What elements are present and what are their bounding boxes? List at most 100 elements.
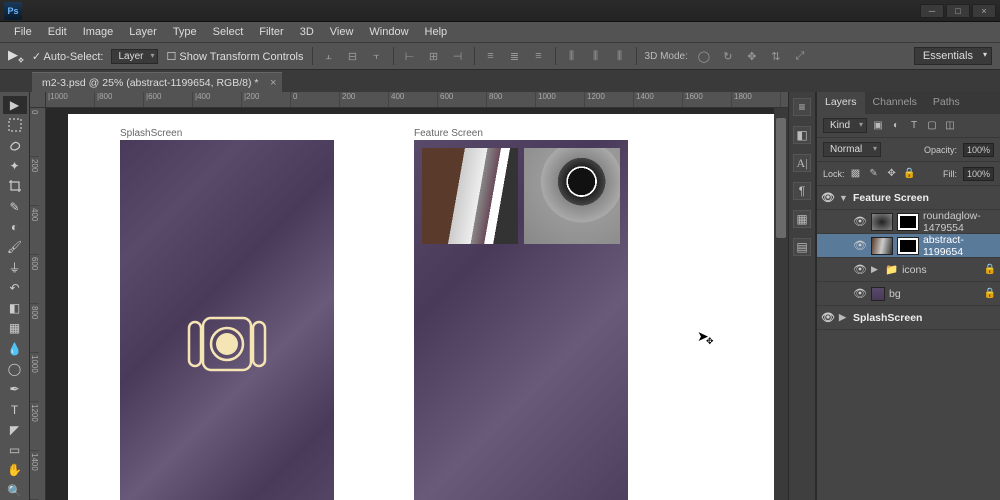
distribute-hcenter-icon[interactable]: ⫼ [588, 48, 604, 64]
menu-file[interactable]: File [8, 24, 38, 40]
layer-name[interactable]: Feature Screen [853, 192, 929, 204]
artboard-splashscreen[interactable] [120, 140, 334, 500]
workspace-switcher[interactable]: Essentials [914, 47, 992, 65]
align-right-icon[interactable]: ⊣ [450, 48, 466, 64]
layer-group-feature-screen[interactable]: 👁 ▼ Feature Screen [817, 186, 1000, 210]
heal-tool[interactable]: ◐ [3, 218, 27, 236]
lock-position-icon[interactable]: ✥ [885, 167, 899, 181]
auto-select-target-combo[interactable]: Layer [111, 49, 158, 64]
lock-transparent-icon[interactable]: ▩ [849, 167, 863, 181]
tab-channels[interactable]: Channels [865, 92, 925, 114]
visibility-toggle[interactable]: 👁 [853, 215, 867, 228]
opacity-input[interactable]: 100% [963, 143, 994, 157]
3d-orbit-icon[interactable]: ◯ [696, 48, 712, 64]
filter-type-icon[interactable]: T [907, 119, 921, 133]
layer-name[interactable]: SplashScreen [853, 312, 922, 324]
menu-select[interactable]: Select [207, 24, 250, 40]
blur-tool[interactable]: 💧 [3, 340, 27, 358]
dodge-tool[interactable]: ◯ [3, 360, 27, 378]
marquee-tool[interactable] [3, 116, 27, 134]
ruler-horizontal[interactable]: |1000|800|600|400|2000200400600800100012… [46, 92, 788, 108]
crop-tool[interactable] [3, 177, 27, 195]
menu-type[interactable]: Type [167, 24, 203, 40]
align-bottom-icon[interactable]: ⫟ [369, 48, 385, 64]
menu-help[interactable]: Help [419, 24, 454, 40]
align-left-icon[interactable]: ⊢ [402, 48, 418, 64]
swatches-panel-icon[interactable]: ▦ [793, 210, 811, 228]
visibility-toggle[interactable]: 👁 [853, 263, 867, 276]
shape-tool[interactable]: ▭ [3, 441, 27, 459]
filter-pixel-icon[interactable]: ▣ [871, 119, 885, 133]
lasso-tool[interactable] [3, 137, 27, 155]
maximize-button[interactable]: □ [946, 4, 970, 18]
lock-brush-icon[interactable]: ✎ [867, 167, 881, 181]
show-transform-checkbox[interactable]: ☐ Show Transform Controls [166, 50, 303, 63]
canvas-area[interactable]: |1000|800|600|400|2000200400600800100012… [30, 92, 788, 500]
distribute-right-icon[interactable]: ⫼ [612, 48, 628, 64]
mask-thumbnail[interactable] [897, 213, 919, 231]
3d-pan-icon[interactable]: ✥ [744, 48, 760, 64]
document-tab[interactable]: m2-3.psd @ 25% (abstract-1199654, RGB/8)… [32, 72, 282, 92]
filter-kind-combo[interactable]: Kind [823, 118, 867, 133]
type-tool[interactable]: T [3, 400, 27, 418]
filter-smart-icon[interactable]: ◫ [943, 119, 957, 133]
artboard-feature-screen[interactable] [414, 140, 628, 500]
distribute-bottom-icon[interactable]: ≡ [531, 48, 547, 64]
visibility-toggle[interactable]: 👁 [821, 311, 835, 324]
menu-filter[interactable]: Filter [253, 24, 289, 40]
layer-roundaglow[interactable]: 👁 roundaglow-1479554 [817, 210, 1000, 234]
eraser-tool[interactable]: ◧ [3, 299, 27, 317]
eyedropper-tool[interactable]: ✎ [3, 197, 27, 215]
layer-group-splashscreen[interactable]: 👁 ▶ SplashScreen [817, 306, 1000, 330]
ruler-origin[interactable] [30, 92, 46, 108]
history-panel-icon[interactable]: ≡ [793, 98, 811, 116]
layer-thumbnail[interactable] [871, 287, 885, 301]
menu-layer[interactable]: Layer [123, 24, 163, 40]
hand-tool[interactable]: ✋ [3, 461, 27, 479]
3d-scale-icon[interactable]: ⤢ [792, 48, 808, 64]
visibility-toggle[interactable]: 👁 [853, 239, 867, 252]
visibility-toggle[interactable]: 👁 [853, 287, 867, 300]
menu-image[interactable]: Image [77, 24, 120, 40]
auto-select-checkbox[interactable]: ✓ Auto-Select: [32, 50, 104, 63]
expand-arrow-icon[interactable]: ▶ [871, 264, 881, 275]
wand-tool[interactable]: ✦ [3, 157, 27, 175]
minimize-button[interactable]: ─ [920, 4, 944, 18]
path-select-tool[interactable]: ◤ [3, 421, 27, 439]
tab-paths[interactable]: Paths [925, 92, 968, 114]
gradient-tool[interactable]: ▦ [3, 319, 27, 337]
filter-shape-icon[interactable]: ▢ [925, 119, 939, 133]
layer-name[interactable]: icons [902, 264, 927, 276]
layer-abstract[interactable]: 👁 abstract-1199654 [817, 234, 1000, 258]
filter-adjust-icon[interactable]: ◐ [889, 119, 903, 133]
move-tool[interactable]: ▶ [3, 96, 27, 114]
lock-icon[interactable]: 🔒 [984, 264, 996, 275]
align-vcenter-icon[interactable]: ⊟ [345, 48, 361, 64]
character-panel-icon[interactable]: A| [793, 154, 811, 172]
placed-image-roundaglow[interactable] [524, 148, 620, 244]
blend-mode-combo[interactable]: Normal [823, 142, 881, 157]
placed-image-abstract[interactable] [422, 148, 518, 244]
artboard-label-feature[interactable]: Feature Screen [414, 128, 483, 139]
artboard-label-splash[interactable]: SplashScreen [120, 128, 182, 139]
paragraph-panel-icon[interactable]: ¶ [793, 182, 811, 200]
move-tool-icon[interactable]: ▶✥ [8, 47, 24, 65]
align-top-icon[interactable]: ⫠ [321, 48, 337, 64]
layer-tree[interactable]: 👁 ▼ Feature Screen 👁 roundaglow-1479554 … [817, 186, 1000, 500]
expand-arrow-icon[interactable]: ▶ [839, 312, 849, 323]
history-brush-tool[interactable]: ↶ [3, 279, 27, 297]
stamp-tool[interactable]: ⏚ [3, 258, 27, 276]
distribute-top-icon[interactable]: ≡ [483, 48, 499, 64]
brush-tool[interactable]: 🖌 [3, 238, 27, 256]
layer-thumbnail[interactable] [871, 213, 893, 231]
distribute-left-icon[interactable]: ⫼ [564, 48, 580, 64]
menu-window[interactable]: Window [363, 24, 414, 40]
pen-tool[interactable]: ✒ [3, 380, 27, 398]
close-button[interactable]: × [972, 4, 996, 18]
ruler-vertical[interactable]: 02004006008001000120014001600 [30, 108, 46, 500]
distribute-vcenter-icon[interactable]: ≣ [507, 48, 523, 64]
menu-view[interactable]: View [324, 24, 360, 40]
expand-arrow-icon[interactable]: ▼ [839, 193, 849, 203]
mask-thumbnail[interactable] [897, 237, 919, 255]
color-panel-icon[interactable]: ◧ [793, 126, 811, 144]
